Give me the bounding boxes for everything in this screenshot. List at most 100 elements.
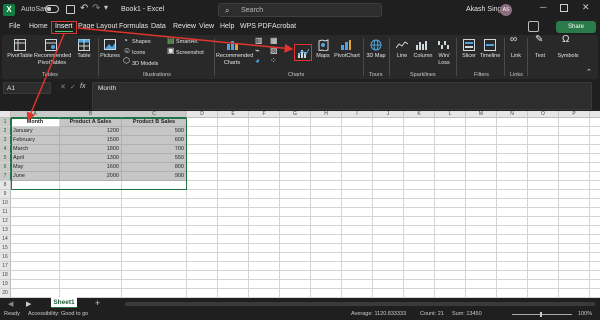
cell-i18[interactable] <box>342 271 373 280</box>
cell-k19[interactable] <box>404 280 435 289</box>
symbols-button[interactable]: Symbols <box>554 53 582 60</box>
cell-a14[interactable] <box>11 235 60 244</box>
cell-i3[interactable] <box>342 136 373 145</box>
cell-f5[interactable] <box>249 154 280 163</box>
cell-l1[interactable] <box>435 118 466 127</box>
cell-g1[interactable] <box>280 118 311 127</box>
cell-e14[interactable] <box>218 235 249 244</box>
column-header-p[interactable]: P <box>559 111 590 118</box>
quick-access-more-icon[interactable]: ▾ <box>104 3 108 12</box>
cell-d9[interactable] <box>187 190 218 199</box>
cell-i20[interactable] <box>342 289 373 298</box>
maximize-icon[interactable] <box>560 4 568 12</box>
cell-b18[interactable] <box>60 271 122 280</box>
cell-d7[interactable] <box>187 172 218 181</box>
cell-b13[interactable] <box>60 226 122 235</box>
cell-j8[interactable] <box>373 181 404 190</box>
spreadsheet-grid[interactable]: ABCDEFGHIJKLMNOPQ 1234567891011121314151… <box>0 111 600 298</box>
cell-f11[interactable] <box>249 208 280 217</box>
cell-q15[interactable] <box>590 244 600 253</box>
cell-p20[interactable] <box>559 289 590 298</box>
pivottable-button[interactable]: PivotTable <box>6 53 34 60</box>
row-header-10[interactable]: 10 <box>0 199 11 208</box>
cell-q10[interactable] <box>590 199 600 208</box>
cell-p19[interactable] <box>559 280 590 289</box>
cell-g6[interactable] <box>280 163 311 172</box>
row-header-7[interactable]: 7 <box>0 172 11 181</box>
column-header-k[interactable]: K <box>404 111 435 118</box>
cell-i8[interactable] <box>342 181 373 190</box>
cell-b14[interactable] <box>60 235 122 244</box>
cell-m19[interactable] <box>466 280 497 289</box>
cell-i2[interactable] <box>342 127 373 136</box>
cell-e10[interactable] <box>218 199 249 208</box>
row-header-20[interactable]: 20 <box>0 289 11 298</box>
screenshot-button[interactable]: Screenshot <box>176 50 210 57</box>
cell-h18[interactable] <box>311 271 342 280</box>
cell-d8[interactable] <box>187 181 218 190</box>
redo-icon[interactable]: ↷ <box>92 3 100 14</box>
cell-p13[interactable] <box>559 226 590 235</box>
cell-m15[interactable] <box>466 244 497 253</box>
cell-j16[interactable] <box>373 253 404 262</box>
cell-a15[interactable] <box>11 244 60 253</box>
cell-l4[interactable] <box>435 145 466 154</box>
cell-i11[interactable] <box>342 208 373 217</box>
row-header-12[interactable]: 12 <box>0 217 11 226</box>
column-header-m[interactable]: M <box>466 111 497 118</box>
accessibility-status[interactable]: Accessibility: Good to go <box>28 311 88 317</box>
cell-o6[interactable] <box>528 163 559 172</box>
cell-n5[interactable] <box>497 154 528 163</box>
cell-k15[interactable] <box>404 244 435 253</box>
cell-d19[interactable] <box>187 280 218 289</box>
tab-file[interactable]: File <box>9 23 20 30</box>
cancel-icon[interactable]: ✕ <box>60 83 66 91</box>
cell-l13[interactable] <box>435 226 466 235</box>
row-header-2[interactable]: 2 <box>0 127 11 136</box>
cell-m10[interactable] <box>466 199 497 208</box>
cell-q13[interactable] <box>590 226 600 235</box>
cell-k11[interactable] <box>404 208 435 217</box>
cell-j4[interactable] <box>373 145 404 154</box>
cell-h6[interactable] <box>311 163 342 172</box>
cell-g13[interactable] <box>280 226 311 235</box>
cell-l15[interactable] <box>435 244 466 253</box>
cell-l9[interactable] <box>435 190 466 199</box>
cell-k3[interactable] <box>404 136 435 145</box>
cell-m6[interactable] <box>466 163 497 172</box>
minimize-icon[interactable]: ─ <box>540 2 546 12</box>
cell-f8[interactable] <box>249 181 280 190</box>
cell-q11[interactable] <box>590 208 600 217</box>
cell-h4[interactable] <box>311 145 342 154</box>
column-header-i[interactable]: I <box>342 111 373 118</box>
cell-n9[interactable] <box>497 190 528 199</box>
cell-e5[interactable] <box>218 154 249 163</box>
column-header-b[interactable]: B <box>60 111 122 118</box>
cell-f16[interactable] <box>249 253 280 262</box>
cell-g7[interactable] <box>280 172 311 181</box>
cell-q7[interactable] <box>590 172 600 181</box>
cell-g12[interactable] <box>280 217 311 226</box>
cell-k6[interactable] <box>404 163 435 172</box>
cell-n7[interactable] <box>497 172 528 181</box>
cell-n11[interactable] <box>497 208 528 217</box>
cell-m1[interactable] <box>466 118 497 127</box>
cell-e3[interactable] <box>218 136 249 145</box>
cell-c20[interactable] <box>122 289 187 298</box>
cell-j9[interactable] <box>373 190 404 199</box>
cell-c17[interactable] <box>122 262 187 271</box>
cell-a17[interactable] <box>11 262 60 271</box>
column-sparkline-button[interactable]: Column <box>411 53 435 60</box>
cell-j13[interactable] <box>373 226 404 235</box>
row-header-6[interactable]: 6 <box>0 163 11 172</box>
cell-l18[interactable] <box>435 271 466 280</box>
cell-g5[interactable] <box>280 154 311 163</box>
cell-d13[interactable] <box>187 226 218 235</box>
cell-h13[interactable] <box>311 226 342 235</box>
3d-map-button[interactable]: 3D Map <box>364 53 388 60</box>
autosave-toggle[interactable] <box>45 5 59 13</box>
cell-g15[interactable] <box>280 244 311 253</box>
cell-k17[interactable] <box>404 262 435 271</box>
cell-l17[interactable] <box>435 262 466 271</box>
cell-i16[interactable] <box>342 253 373 262</box>
